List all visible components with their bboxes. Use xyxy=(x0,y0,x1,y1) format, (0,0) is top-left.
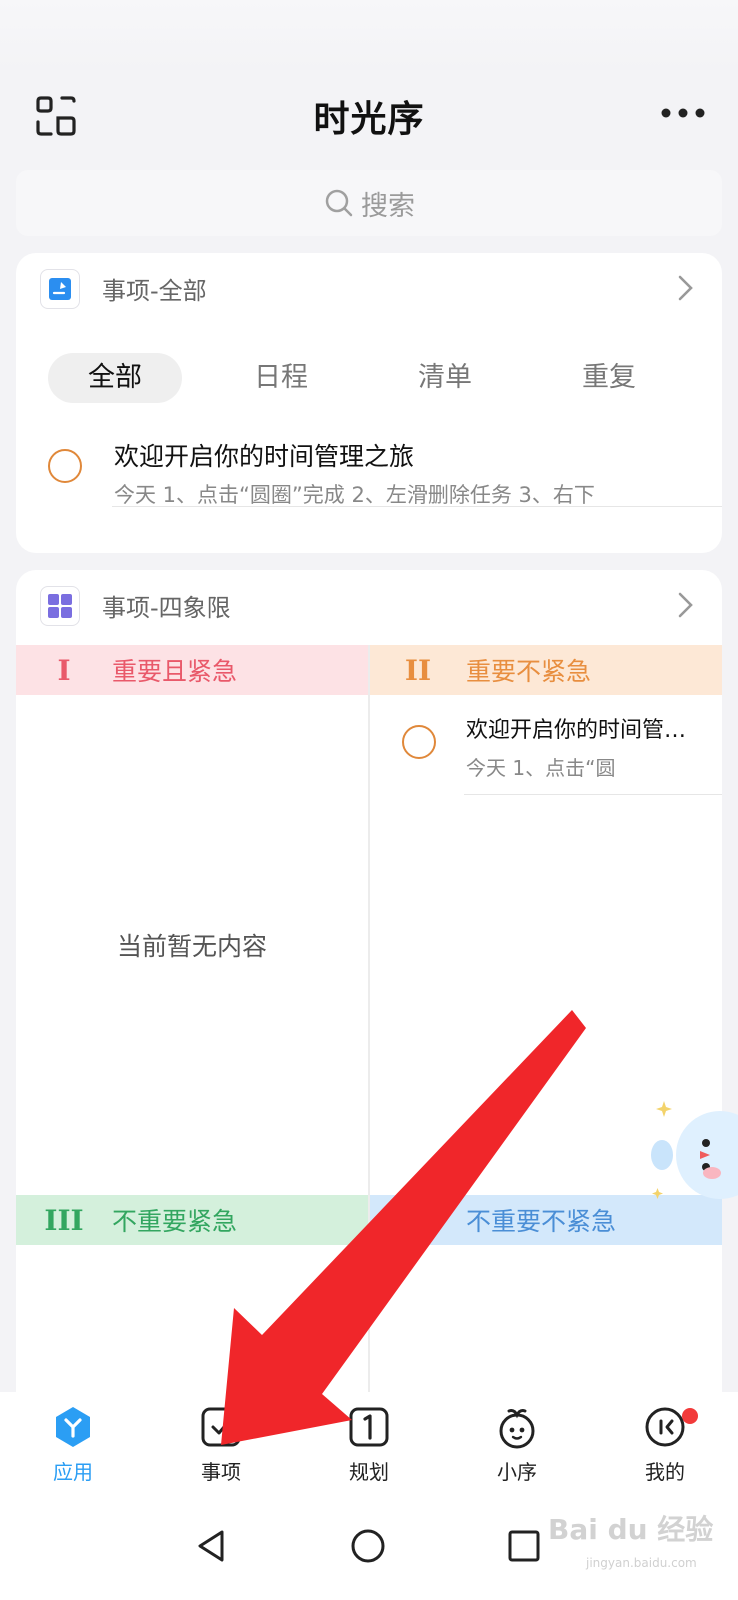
quadrant-number: IV xyxy=(400,1203,436,1237)
nav-label: 规划 xyxy=(349,1460,389,1484)
tab-all[interactable]: 全部 xyxy=(48,353,182,403)
task-filter-tabs: 全部 日程 清单 重复 xyxy=(48,353,708,403)
search-placeholder: 搜索 xyxy=(361,190,415,222)
all-tasks-card: 事项-全部 全部 日程 清单 重复 欢迎开启你的时间管理之旅 今天 1、点击“圆… xyxy=(16,253,722,553)
quadrant-label: 重要且紧急 xyxy=(112,657,238,686)
task-item[interactable]: 欢迎开启你的时间管理之旅 今天 1、点击“圆圈”完成 2、左滑删除任务 3、右下 xyxy=(16,431,722,521)
nav-label: 事项 xyxy=(201,1460,241,1484)
quadrant-card: 事项-四象限 I 重要且紧急 II 重要不紧急 当前暂无内容 欢迎开启你的时间管… xyxy=(16,570,722,1420)
nav-item-assistant[interactable]: 小序 xyxy=(462,1404,572,1494)
task-complete-checkbox[interactable] xyxy=(402,725,436,759)
note-icon xyxy=(40,269,80,309)
quadrant-number: II xyxy=(404,653,432,687)
mascot-face-icon xyxy=(499,1409,535,1449)
app-header: 时光序 xyxy=(0,80,738,150)
divider xyxy=(112,506,722,507)
nav-item-plan[interactable]: 规划 xyxy=(314,1404,424,1494)
page-title: 时光序 xyxy=(313,99,425,140)
task-subtitle: 今天 1、点击“圆圈”完成 2、左滑删除任务 3、右下 xyxy=(114,483,595,507)
chevron-right-icon[interactable] xyxy=(676,273,696,303)
quadrant-important-urgent-header[interactable]: I 重要且紧急 xyxy=(16,645,368,695)
quadrant-card-title: 事项-四象限 xyxy=(102,594,231,622)
nav-label: 应用 xyxy=(53,1460,93,1484)
recents-square-icon[interactable] xyxy=(504,1526,544,1566)
watermark-text: Bai du 经验 xyxy=(548,1513,714,1546)
notification-badge xyxy=(682,1408,698,1424)
checkbox-icon xyxy=(201,1407,241,1447)
quadrant-label: 重要不紧急 xyxy=(466,657,592,686)
home-circle-icon[interactable] xyxy=(348,1526,388,1566)
task-complete-checkbox[interactable] xyxy=(48,449,82,483)
task-title: 欢迎开启你的时间管理之旅 xyxy=(466,718,706,743)
nav-item-apps[interactable]: 应用 xyxy=(18,1404,128,1494)
chevron-right-icon[interactable] xyxy=(676,590,696,620)
empty-state-text: 当前暂无内容 xyxy=(116,932,267,961)
app-hub-icon xyxy=(56,1407,90,1447)
nav-label: 我的 xyxy=(645,1460,685,1484)
quadrant-number: III xyxy=(44,1203,84,1237)
task-subtitle: 今天 1、点击“圆 xyxy=(466,756,616,780)
all-tasks-card-title: 事项-全部 xyxy=(102,277,207,305)
quadrant-label: 不重要紧急 xyxy=(112,1207,238,1236)
search-input[interactable]: 搜索 xyxy=(16,170,722,236)
status-bar xyxy=(0,0,738,70)
quadrant-grid: I 重要且紧急 II 重要不紧急 当前暂无内容 欢迎开启你的时间管理之旅 今天 … xyxy=(16,645,722,1420)
quadrant-number: I xyxy=(57,653,71,687)
tab-schedule[interactable]: 日程 xyxy=(214,353,348,403)
all-tasks-card-header[interactable]: 事项-全部 xyxy=(16,253,722,325)
nav-item-profile[interactable]: 我的 xyxy=(610,1404,720,1494)
tab-checklist[interactable]: 清单 xyxy=(378,353,512,403)
nav-item-tasks[interactable]: 事项 xyxy=(166,1404,276,1494)
quadrant-label: 不重要不紧急 xyxy=(466,1207,617,1236)
quadrant-important-not-urgent-header[interactable]: II 重要不紧急 xyxy=(370,645,722,695)
grid-icon xyxy=(40,586,80,626)
quadrant-not-important-urgent-header[interactable]: III 不重要紧急 xyxy=(16,1195,368,1245)
profile-face-icon xyxy=(645,1407,685,1447)
system-nav-bar: Bai du 经验 jingyan.baidu.com xyxy=(0,1502,738,1600)
task-item[interactable]: 欢迎开启你的时间管理之旅 今天 1、点击“圆 xyxy=(370,700,722,795)
nav-label: 小序 xyxy=(497,1460,537,1484)
more-icon[interactable] xyxy=(658,98,708,128)
watermark-url: jingyan.baidu.com xyxy=(586,1556,697,1570)
divider xyxy=(464,794,722,795)
tab-repeat[interactable]: 重复 xyxy=(542,353,676,403)
back-triangle-icon[interactable] xyxy=(192,1526,232,1566)
floating-mascot-icon[interactable] xyxy=(648,1085,738,1215)
task-title: 欢迎开启你的时间管理之旅 xyxy=(114,442,415,471)
bottom-nav: 应用 事项 规划 小序 我的 xyxy=(0,1392,738,1502)
quadrant-card-header[interactable]: 事项-四象限 xyxy=(16,570,722,642)
calendar-one-icon xyxy=(349,1407,389,1447)
search-icon xyxy=(325,189,353,217)
